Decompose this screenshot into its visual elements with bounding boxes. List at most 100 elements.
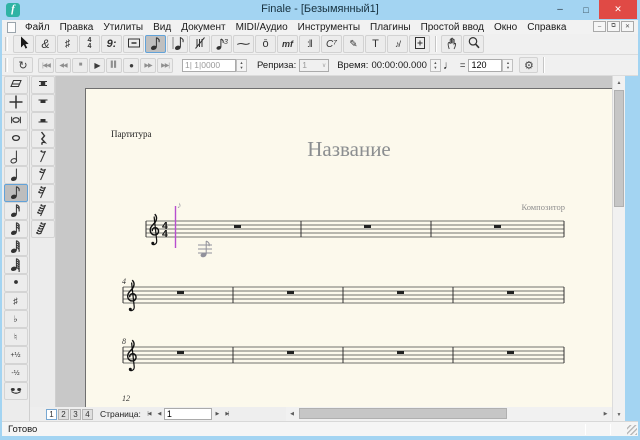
- record-button[interactable]: ●: [123, 58, 139, 73]
- measure-tool-button[interactable]: [123, 35, 144, 53]
- chord-tool-button[interactable]: C⁷: [321, 35, 342, 53]
- sixteenth-rest-button[interactable]: [31, 166, 55, 184]
- hyperscribe-tool-button[interactable]: [189, 35, 210, 53]
- sixty-fourth-rest-button[interactable]: [31, 202, 55, 220]
- quarter-note-button[interactable]: [4, 166, 28, 184]
- toolbar-grip[interactable]: [5, 37, 8, 51]
- eighth-rest-button[interactable]: [31, 148, 55, 166]
- menu-item-midi-audio[interactable]: MIDI/Аудио: [231, 21, 293, 34]
- hundred-twenty-eighth-rest-button[interactable]: [31, 220, 55, 238]
- next-page-button[interactable]: ▶: [212, 409, 222, 420]
- half-step-down-button[interactable]: -½: [4, 364, 28, 382]
- eraser-tool-button[interactable]: [4, 76, 28, 94]
- first-page-button[interactable]: |◀: [144, 409, 154, 420]
- resize-grip[interactable]: [627, 425, 637, 435]
- whole-note-button[interactable]: [4, 130, 28, 148]
- staff-system-2[interactable]: [121, 273, 571, 321]
- sharp-button[interactable]: ♯: [4, 292, 28, 310]
- zoom-tool-button[interactable]: [463, 35, 484, 53]
- horizontal-scroll-thumb[interactable]: [299, 408, 507, 419]
- scroll-left-arrow[interactable]: ◀: [286, 407, 298, 421]
- smart-shape-tool-button[interactable]: ∼: [233, 35, 254, 53]
- hand-grabber-tool-button[interactable]: [441, 35, 462, 53]
- scroll-right-arrow[interactable]: ▶: [599, 407, 612, 421]
- clef-tool-button[interactable]: 9:: [101, 35, 122, 53]
- menu-item-document[interactable]: Документ: [176, 21, 230, 34]
- staff-system-1[interactable]: 4 4 ♪: [144, 194, 572, 272]
- selection-tool-button[interactable]: [13, 35, 34, 53]
- whole-rest-button[interactable]: [31, 94, 55, 112]
- menu-item-instruments[interactable]: Инструменты: [293, 21, 365, 34]
- minimize-button[interactable]: –: [547, 0, 573, 19]
- staff-system-3[interactable]: [121, 333, 571, 381]
- double-whole-note-button[interactable]: [4, 112, 28, 130]
- maximize-button[interactable]: □: [573, 0, 599, 19]
- simple-entry-tool-button[interactable]: [145, 35, 166, 53]
- hundred-twenty-eighth-note-button[interactable]: [4, 256, 28, 274]
- tempo-input[interactable]: [468, 59, 502, 72]
- sixteenth-note-button[interactable]: [4, 202, 28, 220]
- menu-item-view[interactable]: Вид: [148, 21, 176, 34]
- eighth-note-button[interactable]: [4, 184, 28, 202]
- articulation-tool-button[interactable]: ō: [255, 35, 276, 53]
- scroll-down-arrow[interactable]: ▼: [613, 408, 625, 421]
- rewind-button[interactable]: ◀◀: [55, 58, 71, 73]
- page-tab-1[interactable]: 1: [46, 409, 57, 420]
- flat-button[interactable]: ♭: [4, 310, 28, 328]
- thirty-second-note-button[interactable]: [4, 220, 28, 238]
- skip-to-end-button[interactable]: ▶▶|: [157, 58, 173, 73]
- horizontal-scrollbar[interactable]: ◀ ▶: [286, 407, 612, 421]
- expression-tool-button[interactable]: mf: [277, 35, 298, 53]
- double-whole-rest-button[interactable]: [31, 76, 55, 94]
- last-page-button[interactable]: ▶|: [222, 409, 232, 420]
- menu-item-plugins[interactable]: Плагины: [365, 21, 416, 34]
- speedy-entry-tool-button[interactable]: [167, 35, 188, 53]
- score-canvas[interactable]: Партитура Название Композитор 4 4 ♪: [56, 76, 612, 407]
- menu-item-window[interactable]: Окно: [489, 21, 522, 34]
- pause-button[interactable]: ▌▌: [106, 58, 122, 73]
- mdi-close-button[interactable]: ✕: [621, 21, 634, 32]
- score-page[interactable]: Партитура Название Композитор 4 4 ♪: [85, 88, 612, 407]
- menu-item-edit[interactable]: Правка: [55, 21, 99, 34]
- natural-button[interactable]: ♮: [4, 328, 28, 346]
- skip-to-start-button[interactable]: |◀◀: [38, 58, 54, 73]
- counter-spinner[interactable]: ▴▾: [236, 59, 247, 72]
- text-tool-button[interactable]: T: [365, 35, 386, 53]
- half-note-button[interactable]: [4, 148, 28, 166]
- playback-counter-field[interactable]: 1| 1|0000: [182, 59, 236, 72]
- crosshair-tool-button[interactable]: [4, 94, 28, 112]
- half-step-up-button[interactable]: +½: [4, 346, 28, 364]
- page-tab-3[interactable]: 3: [70, 409, 81, 420]
- key-signature-tool-button[interactable]: ♯: [57, 35, 78, 53]
- lyrics-tool-button[interactable]: ✎: [343, 35, 364, 53]
- menu-item-help[interactable]: Справка: [522, 21, 571, 34]
- reprise-dropdown[interactable]: 1∨: [299, 59, 329, 72]
- page-tab-2[interactable]: 2: [58, 409, 69, 420]
- tempo-spinner[interactable]: ▴▾: [502, 59, 513, 72]
- playback-settings-button[interactable]: ⚙: [519, 57, 538, 73]
- page-layout-tool-button[interactable]: [409, 35, 430, 53]
- repeat-tool-button[interactable]: :‖: [299, 35, 320, 53]
- quarter-rest-button[interactable]: [31, 130, 55, 148]
- close-button[interactable]: ✕: [599, 0, 637, 19]
- thirty-second-rest-button[interactable]: [31, 184, 55, 202]
- sixty-fourth-note-button[interactable]: [4, 238, 28, 256]
- mdi-restore-button[interactable]: ⧉: [607, 21, 620, 32]
- prev-page-button[interactable]: ◀: [154, 409, 164, 420]
- play-button[interactable]: ▶: [89, 58, 105, 73]
- augmentation-dot-button[interactable]: [4, 274, 28, 292]
- page-number-input[interactable]: [164, 408, 212, 420]
- stop-button[interactable]: ■: [72, 58, 88, 73]
- half-rest-button[interactable]: [31, 112, 55, 130]
- tuplet-tool-button[interactable]: 3: [211, 35, 232, 53]
- time-signature-tool-button[interactable]: 44: [79, 35, 100, 53]
- menu-item-utilities[interactable]: Утилиты: [98, 21, 148, 34]
- vertical-scrollbar[interactable]: ▲ ▼: [612, 76, 625, 421]
- menu-item-simple-entry[interactable]: Простой ввод: [416, 21, 489, 34]
- fast-forward-button[interactable]: ▶▶: [140, 58, 156, 73]
- page-tab-4[interactable]: 4: [82, 409, 93, 420]
- tie-button[interactable]: [4, 382, 28, 400]
- staff-tool-button[interactable]: &: [35, 35, 56, 53]
- mdi-minimize-button[interactable]: –: [593, 21, 606, 32]
- toolbar-grip[interactable]: [5, 58, 8, 72]
